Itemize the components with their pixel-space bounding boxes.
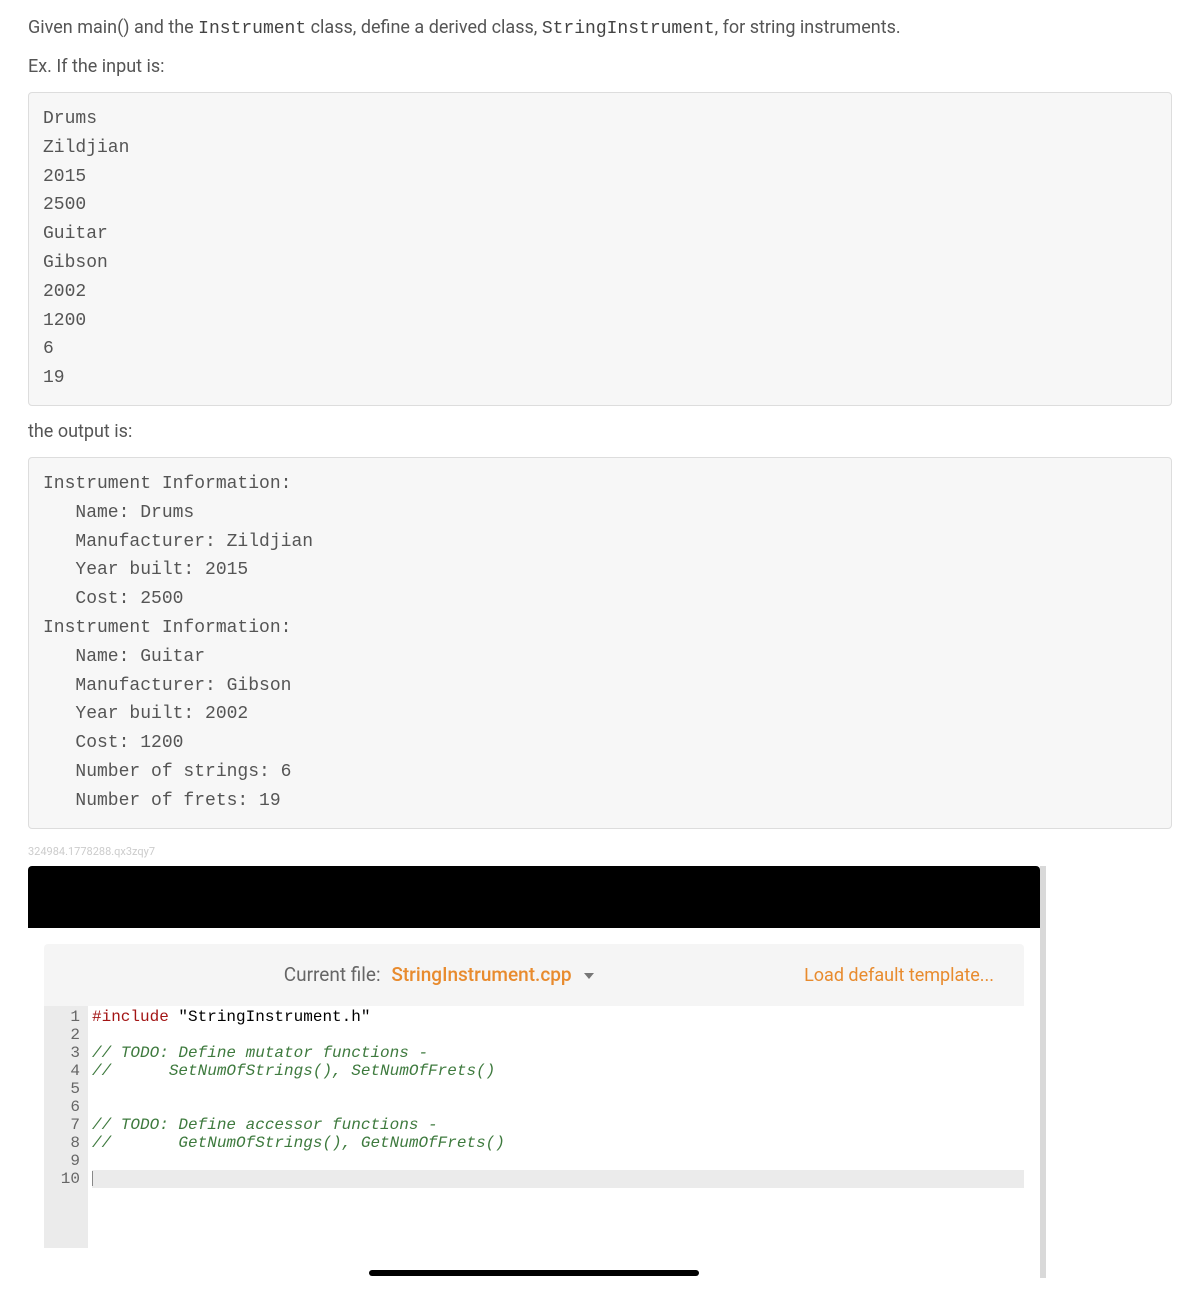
line-number: 8 <box>54 1134 80 1152</box>
line-number: 3 <box>54 1044 80 1062</box>
example-output-block: Instrument Information: Name: Drums Manu… <box>28 457 1172 829</box>
line-number: 1 <box>54 1008 80 1026</box>
line-number: 7 <box>54 1116 80 1134</box>
code-line[interactable]: // TODO: Define accessor functions - <box>92 1116 1024 1134</box>
code-line[interactable]: // SetNumOfStrings(), SetNumOfFrets() <box>92 1062 1024 1080</box>
prompt-part1: Given main() and the <box>28 17 198 38</box>
current-file-label: Current file: <box>284 963 381 986</box>
chevron-down-icon <box>584 973 594 979</box>
file-selector[interactable]: Current file: StringInstrument.cpp <box>74 961 804 990</box>
example-input-label: Ex. If the input is: <box>28 53 1172 80</box>
code-line[interactable]: #include "StringInstrument.h" <box>92 1008 1024 1026</box>
line-number: 6 <box>54 1098 80 1116</box>
code-editor: Current file: StringInstrument.cpp Load … <box>28 866 1040 1278</box>
load-template-link[interactable]: Load default template... <box>804 962 994 989</box>
prompt-part3: , for string instruments. <box>715 17 901 38</box>
home-indicator <box>369 1270 699 1276</box>
line-gutter: 12345678910 <box>44 1006 88 1248</box>
code-area[interactable]: 12345678910 #include "StringInstrument.h… <box>44 1006 1024 1248</box>
bottom-bar <box>44 1248 1024 1278</box>
code-lines[interactable]: #include "StringInstrument.h" // TODO: De… <box>88 1006 1024 1248</box>
example-input-block: Drums Zildjian 2015 2500 Guitar Gibson 2… <box>28 92 1172 406</box>
prompt-code2: StringInstrument <box>542 19 715 39</box>
line-number: 9 <box>54 1152 80 1170</box>
code-line[interactable]: // GetNumOfStrings(), GetNumOfFrets() <box>92 1134 1024 1152</box>
prompt-code1: Instrument <box>198 19 306 39</box>
file-bar: Current file: StringInstrument.cpp Load … <box>44 944 1024 1006</box>
line-number: 2 <box>54 1026 80 1044</box>
editor-scrollbar[interactable] <box>1040 866 1046 1278</box>
code-line[interactable] <box>92 1098 1024 1116</box>
prompt-part2: class, define a derived class, <box>306 17 542 38</box>
code-line[interactable]: // TODO: Define mutator functions - <box>92 1044 1024 1062</box>
problem-prompt: Given main() and the Instrument class, d… <box>28 14 1172 43</box>
text-cursor <box>92 1171 93 1186</box>
code-line[interactable] <box>92 1152 1024 1170</box>
line-number: 10 <box>54 1170 80 1188</box>
example-output-label: the output is: <box>28 418 1172 445</box>
line-number: 5 <box>54 1080 80 1098</box>
code-line[interactable] <box>92 1026 1024 1044</box>
code-line[interactable] <box>92 1080 1024 1098</box>
current-file-name: StringInstrument.cpp <box>391 963 571 986</box>
footer-id: 324984.1778288.qx3zqy7 <box>28 844 1172 861</box>
line-number: 4 <box>54 1062 80 1080</box>
code-line[interactable] <box>92 1170 1024 1188</box>
